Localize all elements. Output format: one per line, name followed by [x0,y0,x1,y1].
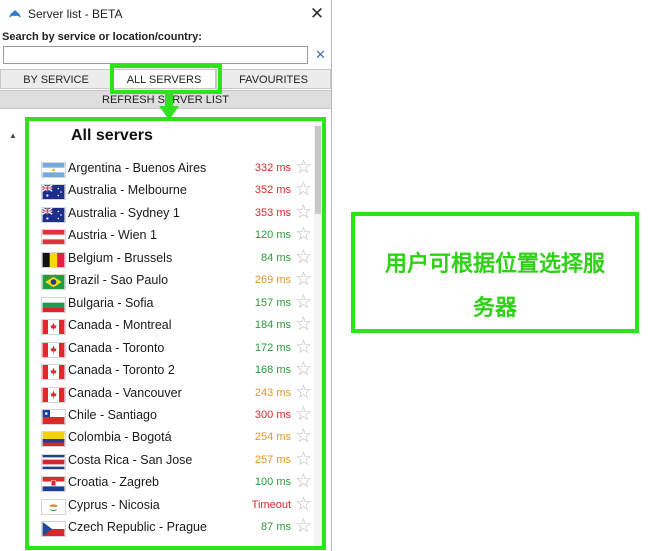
title-bar: Server list - BETA ✕ [0,0,331,29]
callout-text: 用户可根据位置选择服 务器 [363,242,627,330]
tab-favourites[interactable]: FAVOURITES [216,69,331,89]
callout-line-1: 用户可根据位置选择服 [384,251,605,276]
close-icon[interactable]: ✕ [306,4,328,24]
window-title: Server list - BETA [28,7,123,21]
clear-search-icon[interactable]: ✕ [315,47,326,63]
callout-line-2: 务器 [472,295,517,320]
highlight-server-list [25,117,326,550]
collapse-expander-icon[interactable]: ▲ [9,131,17,140]
tab-by-service[interactable]: BY SERVICE [0,69,112,89]
search-input[interactable] [3,46,308,64]
app-logo-icon [9,10,21,18]
highlight-all-servers-tab [110,64,222,94]
annotation-callout: 用户可根据位置选择服 务器 [351,212,639,333]
search-label: Search by service or location/country: [2,31,202,43]
